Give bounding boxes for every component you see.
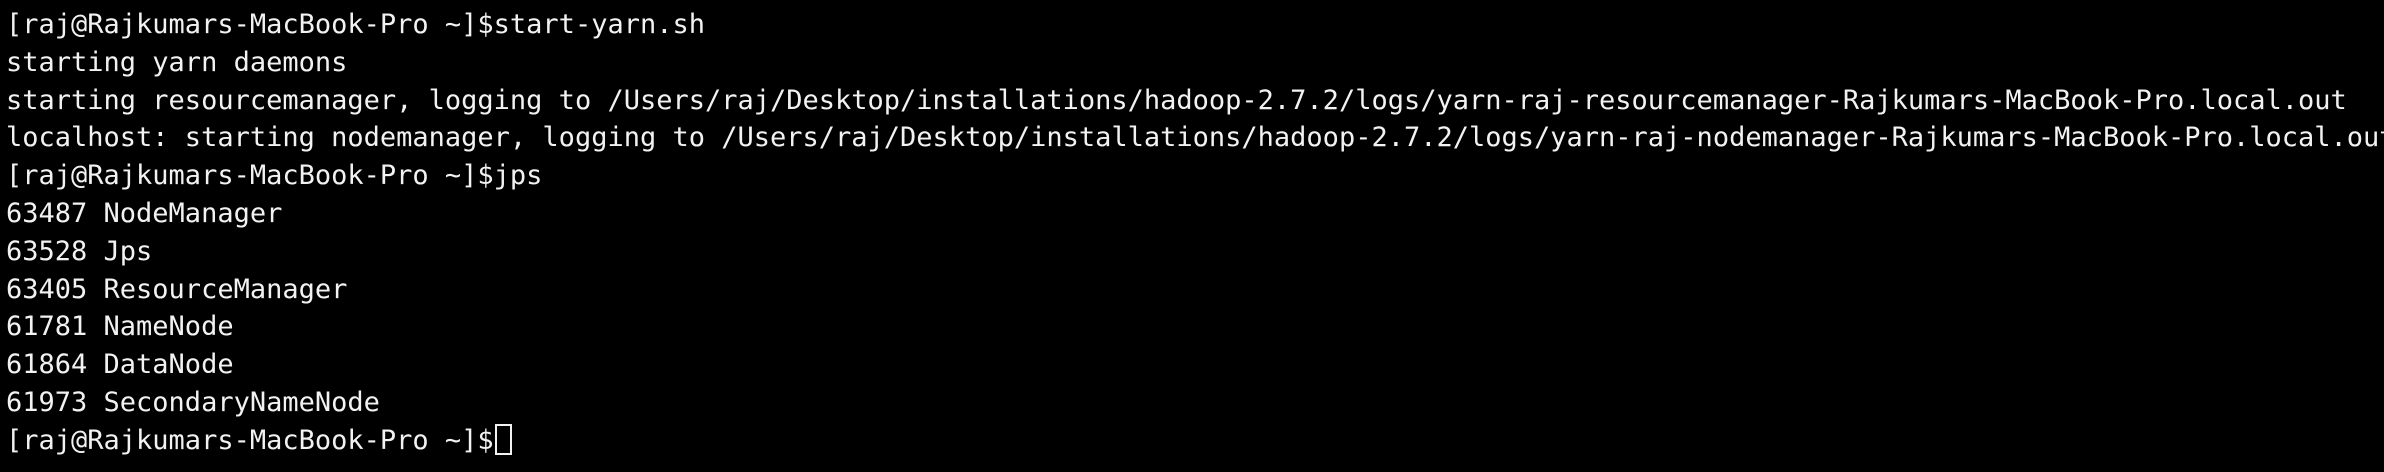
shell-prompt: [raj@Rajkumars-MacBook-Pro ~]$ (6, 424, 494, 456)
terminal-line-process: 61781 NameNode (6, 311, 234, 343)
text-cursor (494, 423, 512, 455)
terminal-line-output: starting resourcemanager, logging to /Us… (6, 84, 2347, 116)
terminal-line-process: 61973 SecondaryNameNode (6, 386, 380, 418)
terminal-line-process: 63487 NodeManager (6, 197, 283, 229)
terminal-line-process: 61864 DataNode (6, 349, 234, 381)
terminal-line-process: 63528 Jps (6, 235, 153, 267)
terminal-prompt-line[interactable]: [raj@Rajkumars-MacBook-Pro ~]$ (6, 422, 2384, 460)
terminal-line-output: starting yarn daemons (6, 46, 348, 78)
terminal-line-command-jps: [raj@Rajkumars-MacBook-Pro ~]$jps (6, 160, 543, 192)
terminal-line-process: 63405 ResourceManager (6, 273, 348, 305)
terminal-line-command-start-yarn: [raj@Rajkumars-MacBook-Pro ~]$start-yarn… (6, 9, 705, 40)
terminal-window[interactable]: [raj@Rajkumars-MacBook-Pro ~]$start-yarn… (0, 0, 2384, 472)
terminal-line-output: localhost: starting nodemanager, logging… (6, 122, 2384, 154)
